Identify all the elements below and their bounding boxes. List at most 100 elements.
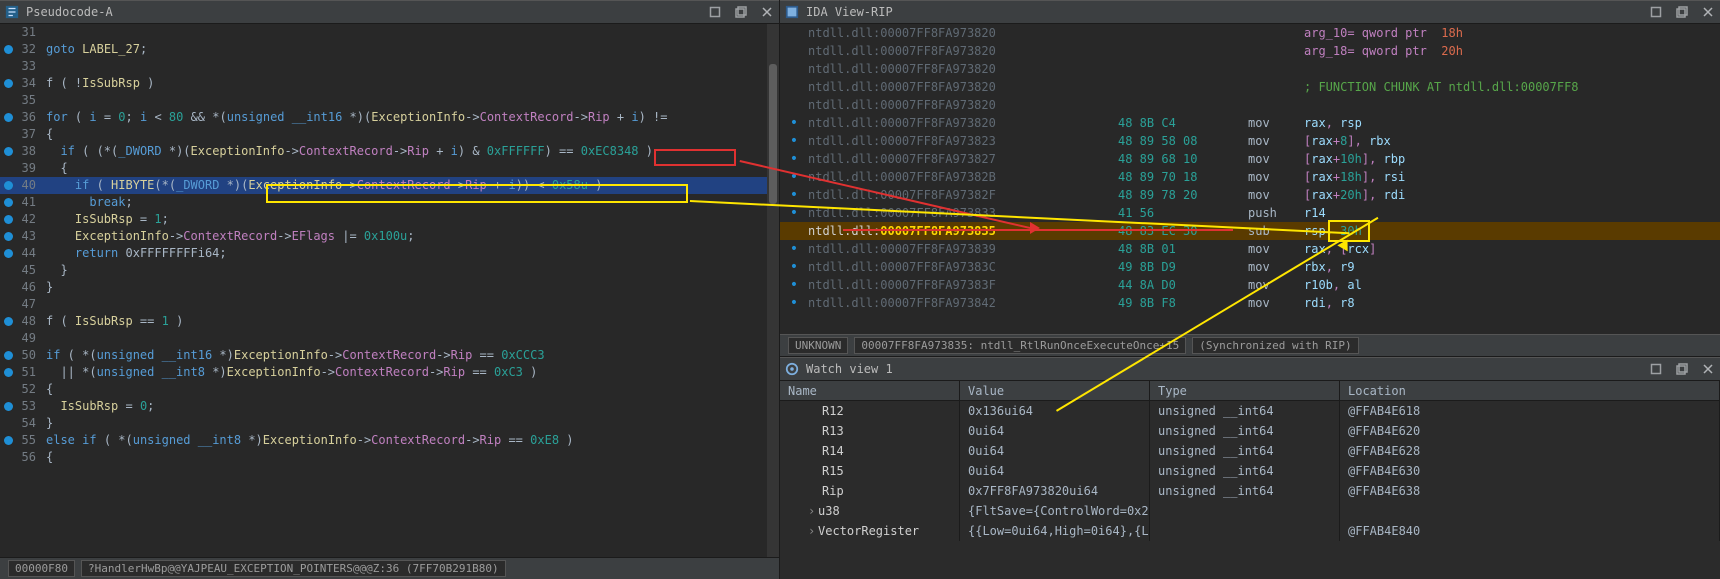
watch-type-cell: unsigned __int64 <box>1150 481 1340 501</box>
disasm-restore-button[interactable] <box>1644 2 1668 22</box>
watch-table[interactable]: Name Value Type Location R120x136ui64uns… <box>780 381 1720 579</box>
disasm-line[interactable]: •ntdll.dll:00007FF8FA97382B48 89 70 18mo… <box>780 168 1720 186</box>
disasm-line[interactable]: •ntdll.dll:00007FF8FA97383C49 8B D9movrb… <box>780 258 1720 276</box>
code-line[interactable]: 43 ExceptionInfo->ContextRecord->EFlags … <box>0 228 779 245</box>
line-number: 53 <box>0 398 42 415</box>
line-number: 37 <box>0 126 42 143</box>
disasm-line[interactable]: •ntdll.dll:00007FF8FA97383948 8B 01movra… <box>780 240 1720 258</box>
disasm-close-button[interactable] <box>1696 2 1720 22</box>
code-line[interactable]: 33 <box>0 58 779 75</box>
code-line[interactable]: 54} <box>0 415 779 432</box>
code-content: } <box>42 415 53 432</box>
disasm-status-bar: UNKNOWN 00007FF8FA973835: ntdll_RtlRunOn… <box>780 334 1720 356</box>
code-content: for ( i = 0; i < 80 && *(unsigned __int1… <box>42 109 668 126</box>
code-line[interactable]: 42 IsSubRsp = 1; <box>0 211 779 228</box>
line-number: 41 <box>0 194 42 211</box>
watch-name-cell: ›VectorRegister <box>780 521 960 541</box>
watch-row[interactable]: R140ui64unsigned __int64@FFAB4E628 <box>780 441 1720 461</box>
disasm-line[interactable]: •ntdll.dll:00007FF8FA97384249 8B F8movrd… <box>780 294 1720 312</box>
watch-loc-cell: @FFAB4E630 <box>1340 461 1720 481</box>
code-content: f ( IsSubRsp == 1 ) <box>42 313 183 330</box>
code-line[interactable]: 46} <box>0 279 779 296</box>
code-line[interactable]: 34f ( !IsSubRsp ) <box>0 75 779 92</box>
line-number: 56 <box>0 449 42 466</box>
watch-header-type[interactable]: Type <box>1150 381 1340 400</box>
watch-header-loc[interactable]: Location <box>1340 381 1720 400</box>
watch-name-cell: Rip <box>780 481 960 501</box>
disasm-line[interactable]: •ntdll.dll:00007FF8FA97382048 8B C4movra… <box>780 114 1720 132</box>
watch-header-row: Name Value Type Location <box>780 381 1720 401</box>
code-line[interactable]: 44 return 0xFFFFFFFFi64; <box>0 245 779 262</box>
line-number: 39 <box>0 160 42 177</box>
watch-row[interactable]: R150ui64unsigned __int64@FFAB4E630 <box>780 461 1720 481</box>
code-line[interactable]: 48f ( IsSubRsp == 1 ) <box>0 313 779 330</box>
disasm-blank-line: ntdll.dll:00007FF8FA973820; FUNCTION CHU… <box>780 78 1720 96</box>
watch-title-bar: Watch view 1 <box>780 357 1720 381</box>
code-line[interactable]: 39 { <box>0 160 779 177</box>
code-line[interactable]: 47 <box>0 296 779 313</box>
code-line[interactable]: 32goto LABEL_27; <box>0 41 779 58</box>
code-line[interactable]: 36for ( i = 0; i < 80 && *(unsigned __in… <box>0 109 779 126</box>
code-line[interactable]: 37{ <box>0 126 779 143</box>
code-line[interactable]: 35 <box>0 92 779 109</box>
disasm-line[interactable]: •ntdll.dll:00007FF8FA97383F44 8A D0movr1… <box>780 276 1720 294</box>
disasm-maximize-button[interactable] <box>1670 2 1694 22</box>
pseudocode-close-button[interactable] <box>755 2 779 22</box>
line-number: 45 <box>0 262 42 279</box>
watch-value-cell: 0ui64 <box>960 441 1150 461</box>
disasm-current-ip[interactable]: ntdll.dll:00007FF8FA97383548 83 EC 30sub… <box>780 222 1720 240</box>
watch-row[interactable]: Rip0x7FF8FA973820ui64unsigned __int64@FF… <box>780 481 1720 501</box>
code-line[interactable]: 50if ( *(unsigned __int16 *)ExceptionInf… <box>0 347 779 364</box>
disasm-status-seg: UNKNOWN <box>788 337 848 354</box>
watch-row[interactable]: R130ui64unsigned __int64@FFAB4E620 <box>780 421 1720 441</box>
code-content <box>42 58 46 75</box>
watch-close-button[interactable] <box>1696 359 1720 379</box>
line-number: 52 <box>0 381 42 398</box>
pseudocode-maximize-button[interactable] <box>729 2 753 22</box>
code-line[interactable]: 49 <box>0 330 779 347</box>
code-line[interactable]: 56{ <box>0 449 779 466</box>
disasm-line[interactable]: •ntdll.dll:00007FF8FA97382748 89 68 10mo… <box>780 150 1720 168</box>
watch-row[interactable]: R120x136ui64unsigned __int64@FFAB4E618 <box>780 401 1720 421</box>
pseudocode-title-bar: Pseudocode-A <box>0 0 779 24</box>
watch-row[interactable]: ›VectorRegister{{Low=0ui64,High=0i64},{L… <box>780 521 1720 541</box>
watch-value-cell: {FltSave={ControlWord=0x27… $21DB2EE8AE2… <box>960 501 1150 521</box>
line-number: 46 <box>0 279 42 296</box>
line-number: 44 <box>0 245 42 262</box>
code-line[interactable]: 51 || *(unsigned __int8 *)ExceptionInfo-… <box>0 364 779 381</box>
watch-loc-cell: @FFAB4E620 <box>1340 421 1720 441</box>
code-line[interactable]: 41 break; <box>0 194 779 211</box>
code-line[interactable]: 55else if ( *(unsigned __int8 *)Exceptio… <box>0 432 779 449</box>
watch-loc-cell <box>1340 501 1720 521</box>
code-line[interactable]: 38 if ( (*(_DWORD *)(ExceptionInfo->Cont… <box>0 143 779 160</box>
line-number: 36 <box>0 109 42 126</box>
pseudocode-restore-button[interactable] <box>703 2 727 22</box>
pseudocode-scrollbar[interactable] <box>767 24 779 557</box>
disasm-blank-line: ntdll.dll:00007FF8FA973820 <box>780 60 1720 78</box>
line-number: 54 <box>0 415 42 432</box>
code-content: return 0xFFFFFFFFi64; <box>42 245 227 262</box>
code-line[interactable]: 52{ <box>0 381 779 398</box>
watch-header-value[interactable]: Value <box>960 381 1150 400</box>
line-number: 34 <box>0 75 42 92</box>
disasm-line[interactable]: •ntdll.dll:00007FF8FA97382348 89 58 08mo… <box>780 132 1720 150</box>
watch-row[interactable]: ›u38{FltSave={ControlWord=0x27… $21DB2EE… <box>780 501 1720 521</box>
code-line[interactable]: 45 } <box>0 262 779 279</box>
disasm-status-sync: (Synchronized with RIP) <box>1192 337 1358 354</box>
pseudocode-code-area[interactable]: 3132goto LABEL_27;3334f ( !IsSubRsp )353… <box>0 24 779 557</box>
code-content: IsSubRsp = 1; <box>42 211 169 228</box>
watch-title: Watch view 1 <box>806 362 1642 376</box>
code-line[interactable]: 31 <box>0 24 779 41</box>
disasm-line[interactable]: •ntdll.dll:00007FF8FA97382F48 89 78 20mo… <box>780 186 1720 204</box>
code-content: { <box>42 449 53 466</box>
disasm-line[interactable]: •ntdll.dll:00007FF8FA97383341 56pushr14 <box>780 204 1720 222</box>
watch-restore-button[interactable] <box>1644 359 1668 379</box>
watch-maximize-button[interactable] <box>1670 359 1694 379</box>
watch-header-name[interactable]: Name <box>780 381 960 400</box>
disasm-code-area[interactable]: ntdll.dll:00007FF8FA973820arg_10= qword … <box>780 24 1720 334</box>
code-line[interactable]: 53 IsSubRsp = 0; <box>0 398 779 415</box>
code-line[interactable]: 40 if ( HIBYTE(*(_DWORD *)(ExceptionInfo… <box>0 177 779 194</box>
line-number: 40 <box>0 177 42 194</box>
pseudocode-title: Pseudocode-A <box>26 5 701 19</box>
watch-type-cell <box>1150 521 1340 541</box>
